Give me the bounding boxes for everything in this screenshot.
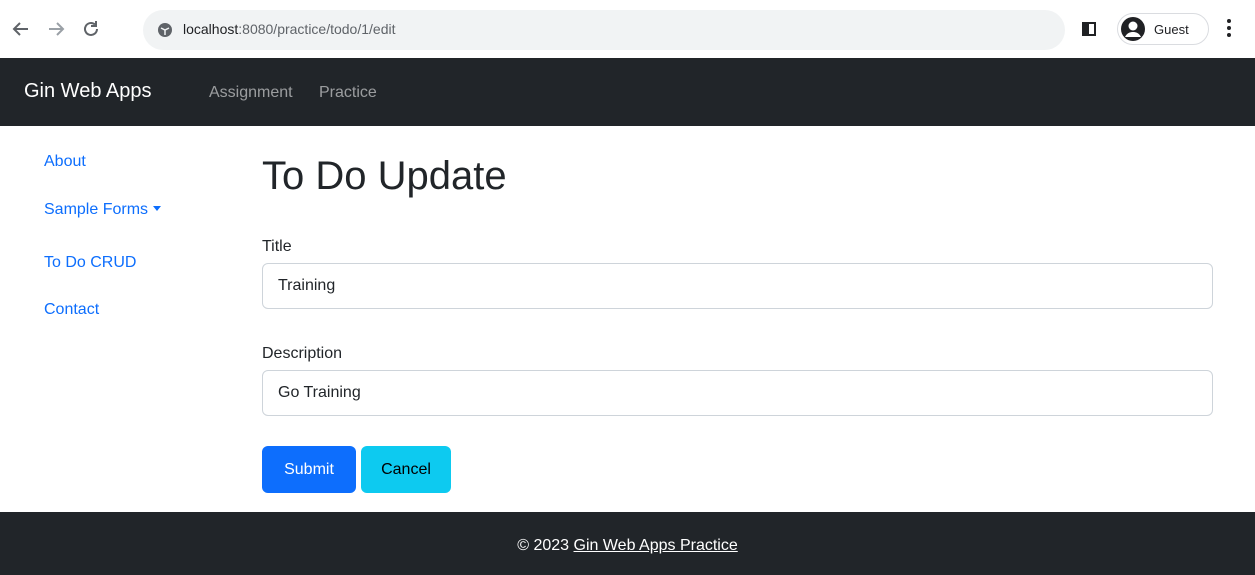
forward-arrow-icon[interactable]	[45, 18, 67, 40]
top-navbar: Gin Web Apps Assignment Practice	[0, 58, 1255, 126]
side-panel-icon[interactable]	[1082, 22, 1096, 36]
navbar-brand[interactable]: Gin Web Apps	[24, 80, 151, 103]
url-text: localhost:8080/practice/todo/1/edit	[183, 21, 396, 37]
description-label: Description	[262, 345, 343, 362]
reload-icon[interactable]	[80, 18, 102, 40]
cancel-button[interactable]: Cancel	[361, 446, 451, 493]
sidebar-item-about[interactable]: About	[44, 153, 86, 171]
browser-toolbar: localhost:8080/practice/todo/1/edit Gues…	[0, 0, 1255, 58]
sidebar-item-todo-crud[interactable]: To Do CRUD	[44, 254, 136, 272]
address-bar[interactable]: localhost:8080/practice/todo/1/edit	[143, 10, 1065, 50]
page-title: To Do Update	[262, 154, 507, 198]
sidebar-item-contact[interactable]: Contact	[44, 301, 99, 319]
title-label: Title	[262, 238, 292, 255]
copyright-text: © 2023	[517, 537, 570, 554]
profile-label: Guest	[1154, 22, 1189, 37]
title-input[interactable]	[262, 263, 1213, 309]
site-info-icon[interactable]	[157, 22, 173, 38]
back-arrow-icon[interactable]	[10, 18, 32, 40]
more-menu-icon[interactable]	[1226, 17, 1232, 39]
guest-avatar-icon	[1121, 17, 1145, 41]
footer: © 2023 Gin Web Apps Practice	[0, 512, 1255, 575]
dropdown-caret-icon	[153, 206, 162, 211]
sidebar-item-label: Sample Forms	[44, 201, 149, 218]
footer-text: © 2023 Gin Web Apps Practice	[0, 537, 1255, 555]
nav-link-practice[interactable]: Practice	[319, 84, 377, 102]
profile-button[interactable]: Guest	[1117, 13, 1209, 45]
description-input[interactable]	[262, 370, 1213, 416]
sidebar-item-sample-forms[interactable]: Sample Forms	[44, 201, 162, 219]
nav-link-assignment[interactable]: Assignment	[209, 84, 293, 102]
footer-link[interactable]: Gin Web Apps Practice	[574, 537, 738, 554]
submit-button[interactable]: Submit	[262, 446, 356, 493]
